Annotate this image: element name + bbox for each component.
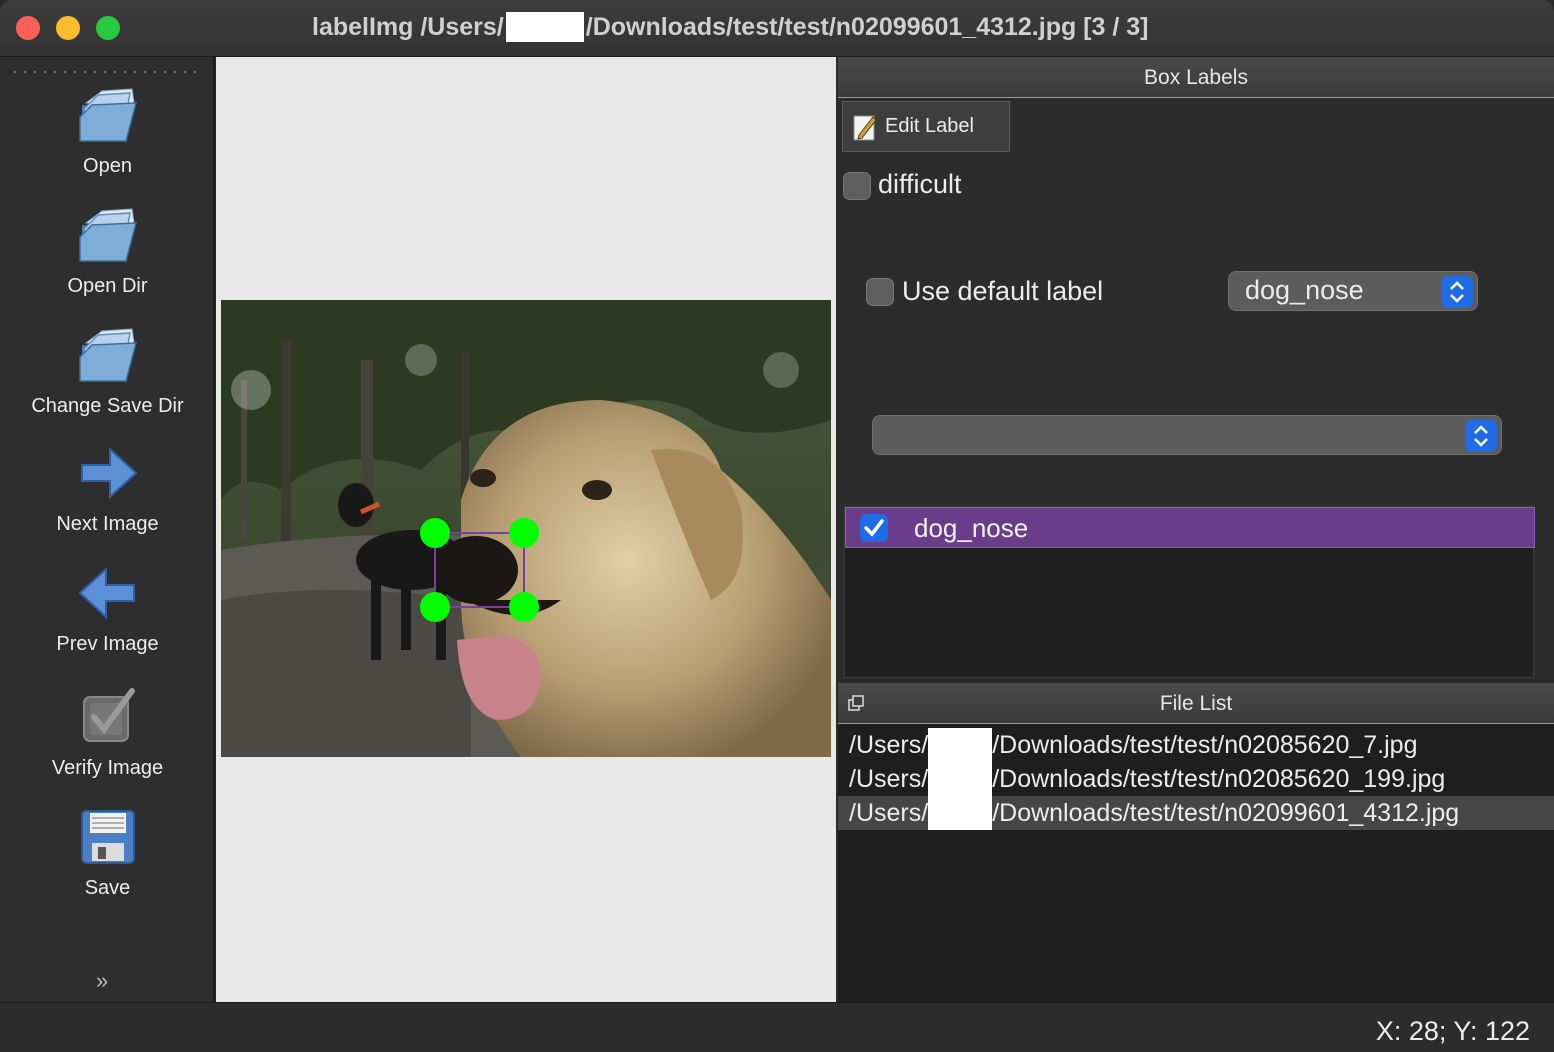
box-handle-bottom-left[interactable] xyxy=(420,592,450,622)
file-path-prefix: /Users/ xyxy=(849,764,929,793)
minimize-window-button[interactable] xyxy=(56,16,80,40)
open-dir-button[interactable]: Open Dir xyxy=(0,203,215,298)
save-label: Save xyxy=(84,877,131,899)
file-path-suffix: /Downloads/test/test/n02085620_199.jpg xyxy=(992,764,1446,793)
file-list-item-selected[interactable]: /Users/ /Downloads/test/test/n02099601_4… xyxy=(838,796,1554,830)
file-path-suffix: /Downloads/test/test/n02085620_7.jpg xyxy=(992,730,1418,759)
folder-icon xyxy=(78,208,137,262)
difficult-checkbox[interactable] xyxy=(843,172,871,200)
window-title: labelImg /Users/ /Downloads/test/test/n0… xyxy=(312,12,1148,42)
redacted-username xyxy=(928,762,993,796)
file-list-item[interactable]: /Users/ /Downloads/test/test/n02085620_7… xyxy=(838,728,1554,762)
difficult-label: difficult xyxy=(878,169,962,199)
box-labels-panel: Edit Label difficult Use default label d… xyxy=(838,98,1554,678)
title-bar: labelImg /Users/ /Downloads/test/test/n0… xyxy=(0,0,1554,57)
file-list-header: File List xyxy=(838,683,1554,724)
floppy-icon xyxy=(80,810,135,864)
file-list-title: File List xyxy=(1159,692,1233,715)
open-button[interactable]: Open xyxy=(0,83,215,178)
folder-icon xyxy=(78,328,137,382)
open-dir-label: Open Dir xyxy=(67,275,148,297)
file-list: /Users/ /Downloads/test/test/n02085620_7… xyxy=(838,724,1554,1002)
edit-label-button[interactable]: Edit Label xyxy=(842,101,1010,152)
label-list: dog_nose xyxy=(844,506,1535,678)
status-bar: X: 28; Y: 122 xyxy=(0,1002,1554,1052)
edit-pencil-icon xyxy=(853,115,877,140)
box-handle-top-left[interactable] xyxy=(420,518,450,548)
use-default-label-checkbox[interactable] xyxy=(866,278,894,306)
folder-icon xyxy=(78,88,137,142)
toolbar-grip[interactable] xyxy=(10,70,198,74)
undock-icon[interactable] xyxy=(848,695,864,711)
redacted-username xyxy=(928,796,993,830)
open-label: Open xyxy=(83,155,132,177)
label-list-item[interactable]: dog_nose xyxy=(845,507,1535,548)
cursor-coordinates: X: 28; Y: 122 xyxy=(1375,1016,1530,1046)
checkbox-icon xyxy=(82,688,135,742)
use-default-label-text: Use default label xyxy=(902,276,1104,306)
window-title-prefix: labelImg /Users/ xyxy=(312,12,504,41)
prev-image-label: Prev Image xyxy=(56,633,159,655)
save-button[interactable]: Save xyxy=(0,805,215,900)
default-label-value: dog_nose xyxy=(1245,275,1364,305)
arrow-left-icon xyxy=(78,566,135,620)
updown-chevron-icon xyxy=(1441,276,1473,308)
default-label-combo[interactable]: dog_nose xyxy=(1228,271,1478,311)
next-image-button[interactable]: Next Image xyxy=(0,441,215,536)
file-path-prefix: /Users/ xyxy=(849,798,929,827)
redacted-username xyxy=(928,728,993,762)
close-window-button[interactable] xyxy=(16,16,40,40)
label-filter-combo[interactable] xyxy=(872,415,1502,455)
file-list-item[interactable]: /Users/ /Downloads/test/test/n02085620_1… xyxy=(838,762,1554,796)
file-path-prefix: /Users/ xyxy=(849,730,929,759)
photo-image xyxy=(221,300,831,757)
redacted-username xyxy=(505,12,584,42)
maximize-window-button[interactable] xyxy=(96,16,120,40)
edit-label-text: Edit Label xyxy=(885,115,974,137)
verify-image-label: Verify Image xyxy=(51,757,164,779)
window-title-suffix: /Downloads/test/test/n02099601_4312.jpg … xyxy=(585,12,1149,41)
image-canvas[interactable] xyxy=(216,57,836,1002)
label-list-item-text: dog_nose xyxy=(914,513,1029,543)
toolbar: Open Open Dir Change Save Dir Next Image… xyxy=(0,57,215,1002)
box-handle-bottom-right[interactable] xyxy=(509,592,539,622)
change-save-dir-label: Change Save Dir xyxy=(31,395,184,417)
arrow-right-icon xyxy=(80,446,137,500)
box-labels-header: Box Labels xyxy=(838,57,1554,98)
updown-chevron-icon xyxy=(1465,420,1497,452)
double-chevron-down-icon[interactable]: » xyxy=(96,968,108,994)
change-save-dir-button[interactable]: Change Save Dir xyxy=(0,323,215,418)
file-path-suffix: /Downloads/test/test/n02099601_4312.jpg xyxy=(992,798,1460,827)
prev-image-button[interactable]: Prev Image xyxy=(0,561,215,656)
label-visible-checkbox[interactable] xyxy=(860,514,888,542)
next-image-label: Next Image xyxy=(56,513,159,535)
verify-image-button[interactable]: Verify Image xyxy=(0,685,215,780)
box-handle-top-right[interactable] xyxy=(509,518,539,548)
